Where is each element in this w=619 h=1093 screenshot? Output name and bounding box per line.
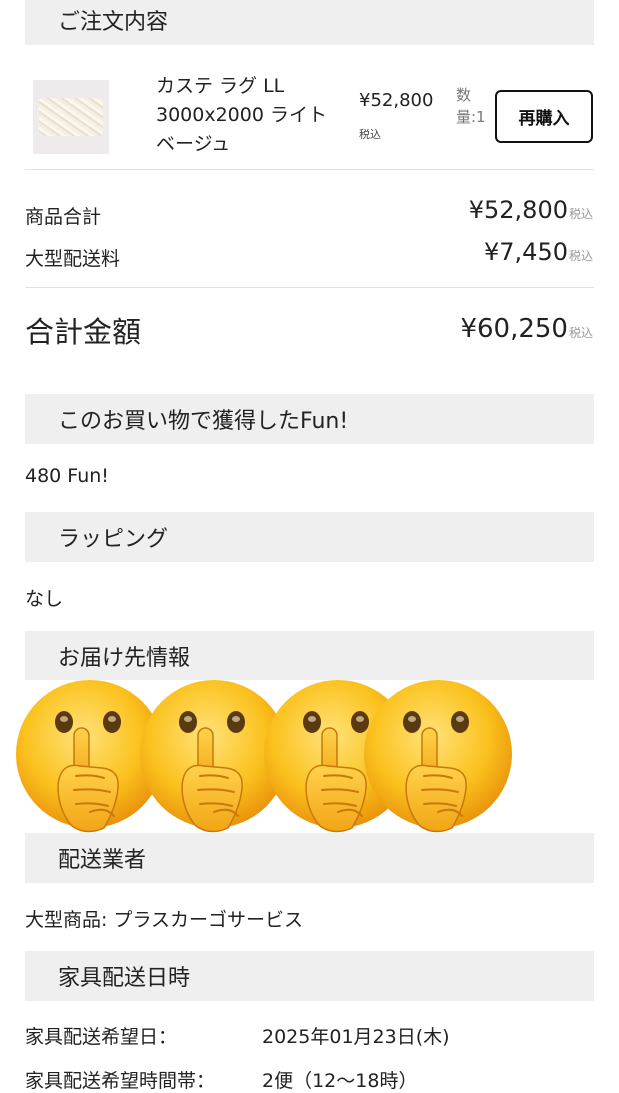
subtotal-tax-label: 税込: [568, 207, 593, 221]
delivery-date-label: 家具配送希望日：: [25, 1026, 178, 1048]
delivery-info-header-title: お届け先情報: [58, 645, 191, 671]
furniture-delivery-header-title: 家具配送日時: [58, 966, 191, 991]
carrier-header: 配送業者: [25, 833, 594, 883]
carrier-value: 大型商品: プラスカーゴサービス: [25, 909, 304, 931]
order-contents-title: ご注文内容: [58, 10, 169, 35]
delivery-date-value: 2025年01月23日(木): [262, 1026, 450, 1048]
fun-header-title: このお買い物で獲得したFun!: [58, 409, 349, 434]
product-quantity: 数量:1: [456, 86, 486, 126]
subtotal-value: ¥52,800: [468, 196, 568, 224]
total-amount: ¥60,250 税込: [460, 314, 593, 344]
product-tax-label: 税込: [359, 128, 381, 141]
divider: [25, 169, 594, 170]
shipping-fee-value: ¥7,450: [484, 238, 568, 266]
carrier-header-title: 配送業者: [58, 848, 147, 873]
fun-header: このお買い物で獲得したFun!: [25, 394, 594, 444]
product-price: ¥52,800: [359, 90, 434, 111]
total-tax-label: 税込: [568, 326, 593, 340]
rebuy-button[interactable]: 再購入: [495, 90, 593, 143]
shipping-fee-label: 大型配送料: [25, 248, 121, 270]
fun-value: 480 Fun!: [25, 465, 109, 487]
shipping-fee-tax-label: 税込: [568, 249, 593, 263]
product-thumbnail[interactable]: [33, 80, 109, 154]
shushing-face-emoji: [362, 678, 514, 838]
order-contents-header: ご注文内容: [25, 0, 594, 45]
wrapping-header: ラッピング: [25, 512, 594, 562]
divider: [25, 287, 594, 288]
shipping-fee-amount: ¥7,450 税込: [484, 238, 593, 266]
total-value: ¥60,250: [460, 314, 568, 344]
wrapping-header-title: ラッピング: [58, 527, 169, 552]
subtotal-amount: ¥52,800 税込: [469, 196, 593, 224]
total-label: 合計金額: [25, 315, 142, 349]
delivery-info-header: お届け先情報: [25, 631, 594, 680]
subtotal-label: 商品合計: [25, 206, 102, 228]
product-name[interactable]: カステ ラグ LL 3000x2000 ライトベージュ: [156, 72, 341, 159]
rug-image: [39, 98, 103, 136]
wrapping-value: なし: [25, 588, 64, 610]
furniture-delivery-header: 家具配送日時: [25, 951, 594, 1001]
